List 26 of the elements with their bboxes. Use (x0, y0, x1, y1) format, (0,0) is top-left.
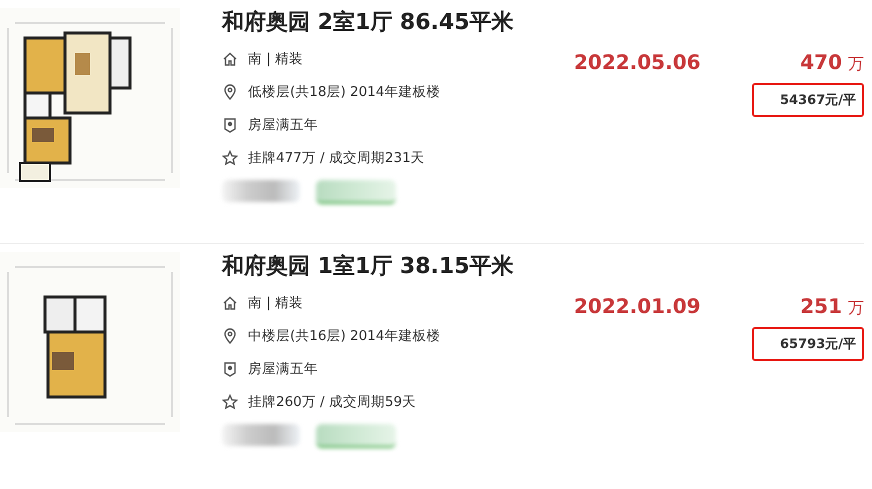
location-pin-icon (222, 328, 238, 344)
listing-info-text: 挂牌260万 / 成交周期59天 (248, 392, 416, 410)
deal-date: 2022.01.09 (574, 294, 702, 320)
star-icon (222, 394, 238, 410)
listing-title[interactable]: 和府奥园 2室1厅 86.45平米 (222, 8, 574, 42)
shield-badge-icon (222, 116, 238, 132)
home-icon (222, 50, 238, 66)
price-unit: 万 (848, 298, 864, 319)
orientation-text: 南 | 精装 (248, 50, 304, 68)
total-price: 251 (800, 294, 842, 318)
orientation-text: 南 | 精装 (248, 294, 304, 312)
home-icon (222, 294, 238, 310)
unit-price: 65793元/平 (752, 327, 864, 361)
location-pin-icon (222, 84, 238, 100)
listing-title[interactable]: 和府奥园 1室1厅 38.15平米 (222, 252, 574, 286)
tag-text: 房屋满五年 (248, 360, 318, 378)
price-unit: 万 (848, 54, 864, 75)
total-price: 470 (800, 50, 842, 74)
deal-date: 2022.05.06 (574, 50, 702, 76)
listing-info-text: 挂牌477万 / 成交周期231天 (248, 148, 425, 166)
floor-text: 中楼层(共16层) 2014年建板楼 (248, 326, 440, 344)
unit-price: 54367元/平 (752, 83, 864, 117)
star-icon (222, 150, 238, 166)
floor-text: 低楼层(共18层) 2014年建板楼 (248, 82, 440, 100)
tag-text: 房屋满五年 (248, 116, 318, 134)
shield-badge-icon (222, 360, 238, 376)
